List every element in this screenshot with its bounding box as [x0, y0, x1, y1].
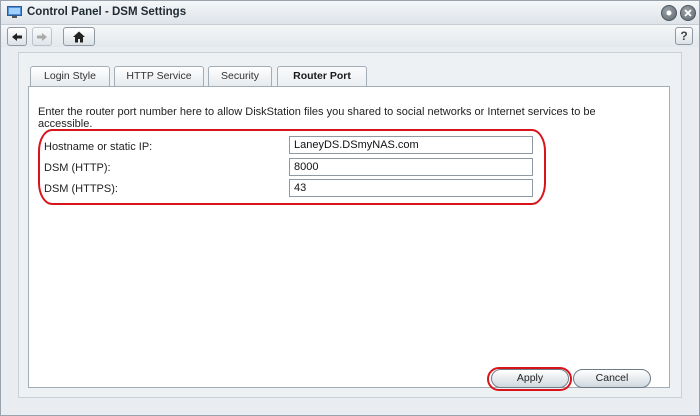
window-title: Control Panel - DSM Settings: [27, 6, 187, 18]
apply-button[interactable]: Apply: [491, 369, 569, 388]
close-icon[interactable]: [680, 5, 696, 21]
title-bar: Control Panel - DSM Settings: [1, 1, 699, 25]
arrow-right-icon: [37, 32, 47, 41]
arrow-left-icon: [12, 32, 22, 41]
back-button[interactable]: [7, 27, 27, 46]
tab-router-port[interactable]: Router Port: [277, 66, 367, 88]
home-icon: [73, 31, 85, 42]
cancel-button[interactable]: Cancel: [573, 369, 651, 388]
home-button[interactable]: [63, 27, 95, 46]
forward-button[interactable]: [32, 27, 52, 46]
pin-icon[interactable]: [661, 5, 677, 21]
intro-text: Enter the router port number here to all…: [38, 106, 596, 130]
dsm-https-label: DSM (HTTPS):: [44, 183, 118, 195]
toolbar: ?: [1, 25, 699, 47]
dsm-http-input[interactable]: [289, 158, 533, 176]
help-button[interactable]: ?: [675, 27, 693, 45]
tab-security[interactable]: Security: [208, 66, 272, 87]
dsm-http-label: DSM (HTTP):: [44, 162, 111, 174]
tab-login-style[interactable]: Login Style: [30, 66, 110, 87]
tab-http-service[interactable]: HTTP Service: [114, 66, 204, 87]
hostname-input[interactable]: [289, 136, 533, 154]
dsm-https-input[interactable]: [289, 179, 533, 197]
control-panel-icon: [7, 6, 22, 19]
router-port-panel: [28, 86, 670, 388]
hostname-label: Hostname or static IP:: [44, 141, 153, 153]
